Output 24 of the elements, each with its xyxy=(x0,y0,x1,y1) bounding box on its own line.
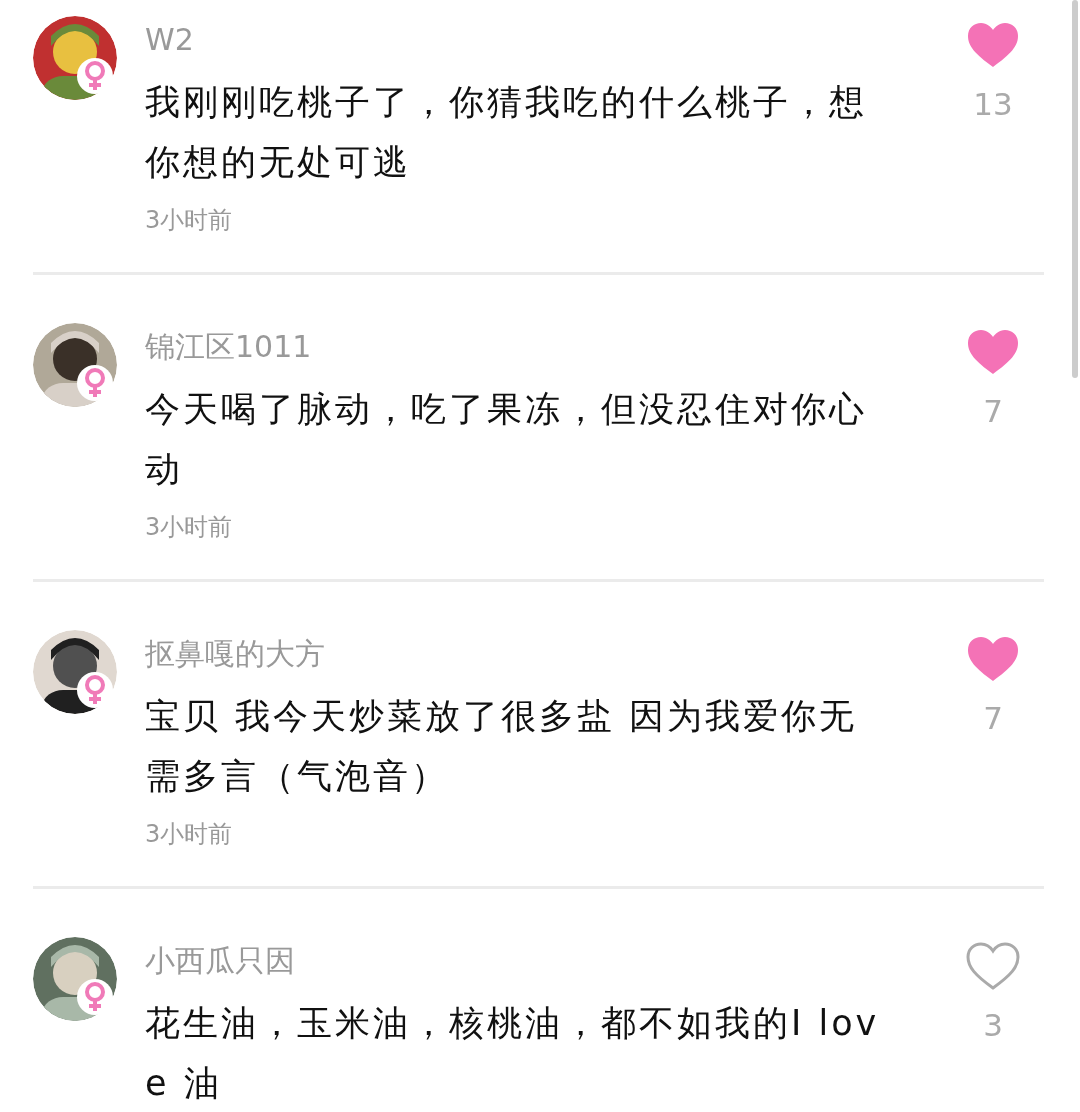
comment-text: 今天喝了脉动，吃了果冻，但没忍住对你心动 xyxy=(145,388,868,491)
timestamp: 3小时前 xyxy=(145,205,234,235)
like-count: 7 xyxy=(983,699,1003,738)
username[interactable]: 锦江区1011 xyxy=(145,325,914,369)
comment-text: 花生油，玉米油，核桃油，都不如我的I love 油 xyxy=(145,1002,881,1105)
like-count: 7 xyxy=(983,392,1003,431)
female-icon xyxy=(84,982,106,1012)
like-count: 13 xyxy=(973,85,1013,124)
scrollbar[interactable] xyxy=(1072,0,1078,378)
heart-icon[interactable] xyxy=(965,941,1021,991)
comment-text: 我刚刚吃桃子了，你猜我吃的什么桃子，想你想的无处可逃 xyxy=(145,81,868,184)
female-icon xyxy=(84,61,106,91)
heart-icon[interactable] xyxy=(965,634,1021,684)
female-icon xyxy=(84,675,106,705)
like-count: 3 xyxy=(983,1006,1003,1045)
username[interactable]: W2 xyxy=(145,18,914,62)
female-icon xyxy=(84,368,106,398)
username[interactable]: 小西瓜只因 xyxy=(145,939,914,983)
timestamp: 3小时前 xyxy=(145,819,234,849)
username[interactable]: 抠鼻嘎的大方 xyxy=(145,632,914,676)
heart-icon[interactable] xyxy=(965,20,1021,70)
heart-icon[interactable] xyxy=(965,327,1021,377)
timestamp: 3小时前 xyxy=(145,512,234,542)
comment-text: 宝贝 我今天炒菜放了很多盐 因为我爱你无需多言（气泡音） xyxy=(145,695,859,798)
